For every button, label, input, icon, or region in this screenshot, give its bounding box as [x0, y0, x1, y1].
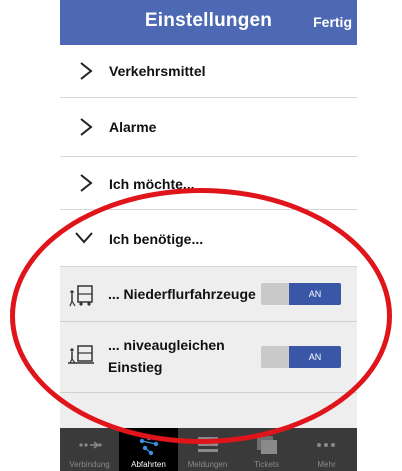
tab-abfahrten[interactable]: Abfahrten — [119, 428, 178, 471]
menu-item-ich-moechte[interactable]: Ich möchte... — [60, 157, 357, 210]
menu-item-label: Ich möchte... — [109, 176, 195, 192]
empty-area — [60, 393, 357, 428]
settings-screen: Einstellungen Fertig Verkehrsmittel Alar… — [60, 0, 357, 471]
toggle-state-label: AN — [308, 289, 322, 299]
menu-item-ich-benoetige[interactable]: Ich benötige... — [60, 210, 357, 267]
navigation-bar: Einstellungen Fertig — [60, 0, 357, 45]
tab-label: Tickets — [253, 460, 280, 469]
niederflur-toggle[interactable]: AN — [261, 283, 341, 305]
level-boarding-icon — [68, 345, 94, 364]
more-dots-icon — [317, 443, 335, 447]
toggle-state-label: AN — [308, 352, 322, 362]
chevron-right-icon — [80, 174, 93, 192]
tab-verbindung[interactable]: Verbindung — [60, 428, 119, 471]
option-label-line2: Einstieg — [108, 359, 163, 375]
tab-mehr[interactable]: Mehr — [296, 428, 357, 471]
low-floor-vehicle-icon — [69, 285, 93, 307]
tab-meldungen[interactable]: Meldungen — [178, 428, 237, 471]
tab-label: Abfahrten — [131, 460, 166, 469]
menu-item-label: Verkehrsmittel — [109, 63, 206, 79]
option-label: ... Niederflurfahrzeuge — [108, 286, 256, 302]
menu-item-verkehrsmittel[interactable]: Verkehrsmittel — [60, 45, 357, 98]
departures-icon — [139, 435, 159, 456]
menu-item-label: Alarme — [109, 119, 157, 135]
route-dots-icon — [79, 441, 102, 449]
menu-item-alarme[interactable]: Alarme — [60, 98, 357, 157]
chevron-right-icon — [80, 62, 93, 80]
option-row-niveaugleich: ... niveaugleichen Einstieg AN — [60, 322, 357, 393]
tab-label: Verbindung — [69, 460, 110, 469]
chevron-right-icon — [80, 118, 93, 136]
option-row-niederflur: ... Niederflurfahrzeuge AN — [60, 267, 357, 322]
tab-tickets[interactable]: Tickets — [237, 428, 296, 471]
done-button[interactable]: Fertig — [313, 14, 352, 30]
tab-label: Meldungen — [187, 460, 228, 469]
option-label-line1: ... niveaugleichen — [108, 337, 225, 353]
niveaugleich-toggle[interactable]: AN — [261, 346, 341, 368]
list-icon — [198, 437, 218, 452]
chevron-down-icon — [75, 232, 93, 244]
tab-label: Mehr — [317, 460, 336, 469]
menu-item-label: Ich benötige... — [109, 231, 204, 247]
tab-bar: Verbindung Abfahrten Meldungen Tickets M… — [60, 428, 357, 471]
tickets-icon — [257, 436, 277, 454]
